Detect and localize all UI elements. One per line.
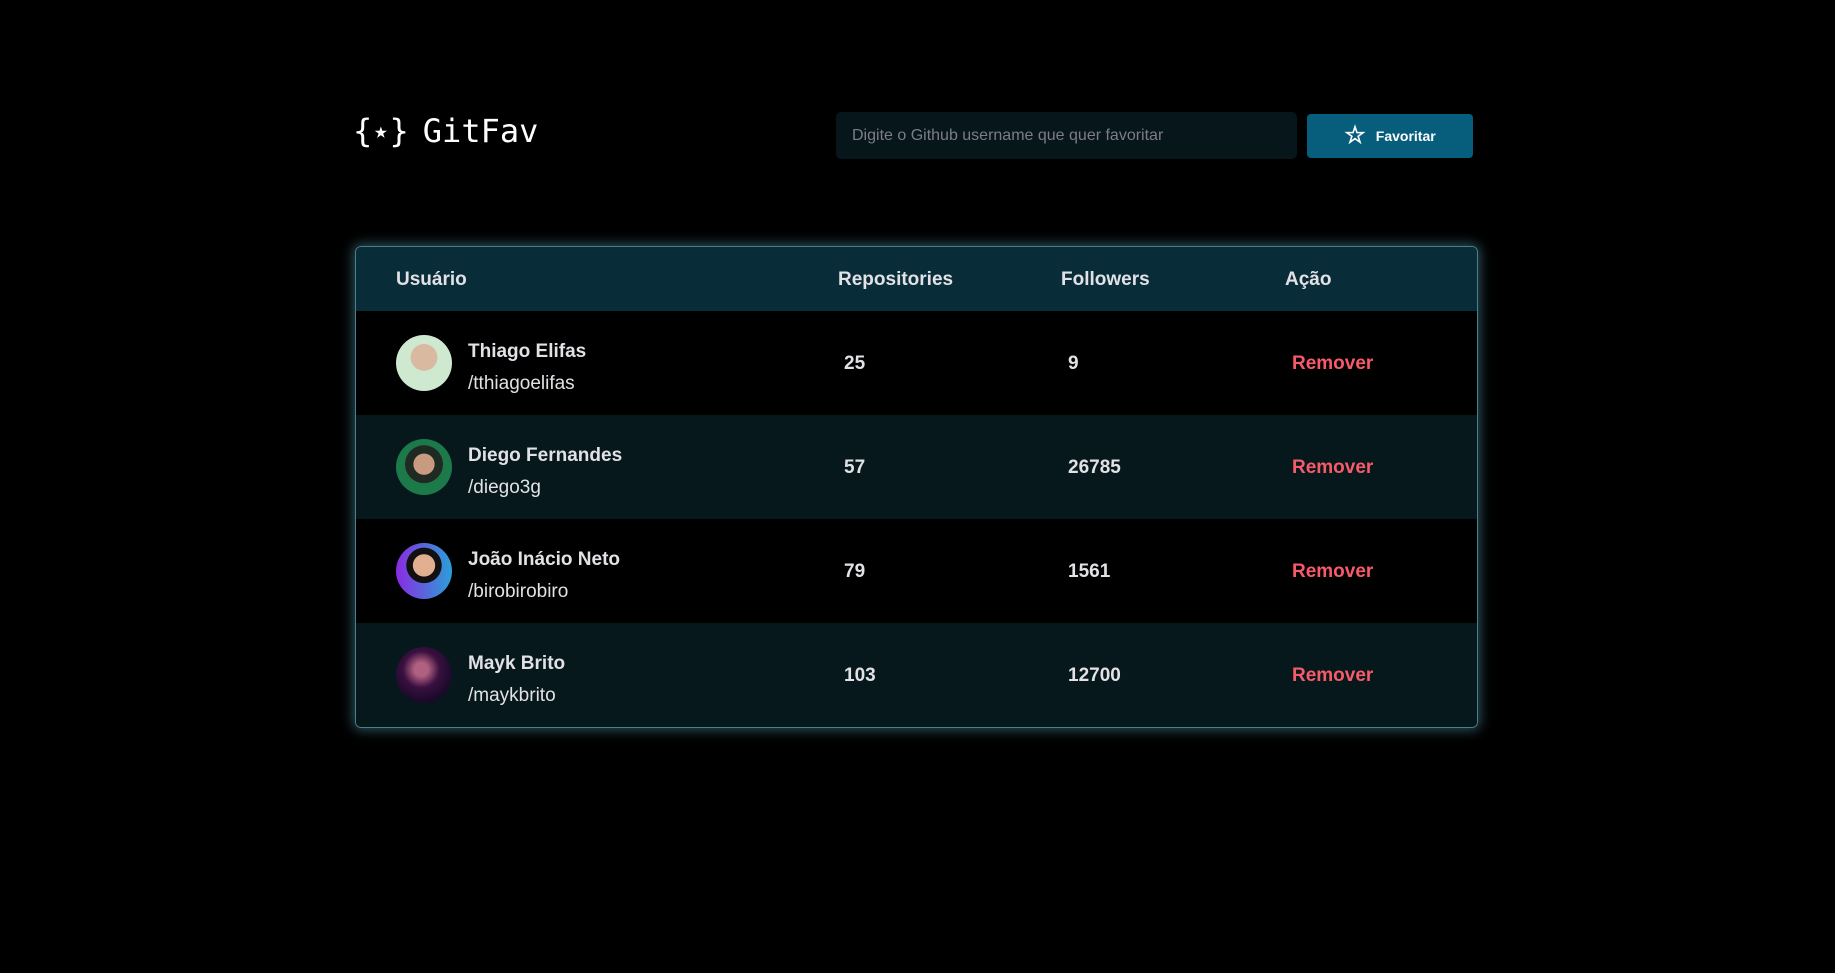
table-row: Thiago Elifas /tthiagoelifas 25 9 Remove…	[356, 311, 1477, 415]
remove-button[interactable]: Remover	[1292, 457, 1373, 479]
table-row: João Inácio Neto /birobirobiro 79 1561 R…	[356, 519, 1477, 623]
remove-button[interactable]: Remover	[1292, 561, 1373, 583]
user-name: João Inácio Neto	[468, 549, 621, 570]
avatar	[396, 439, 452, 495]
username-search-input[interactable]	[836, 112, 1297, 159]
avatar	[396, 335, 452, 391]
star-outline-icon: ☆	[1344, 122, 1366, 149]
user-name: Mayk Brito	[468, 653, 566, 674]
repositories-count: 79	[844, 561, 866, 582]
favorite-button-label: Favoritar	[1375, 128, 1436, 144]
repositories-count: 57	[844, 457, 866, 478]
avatar	[396, 647, 452, 703]
followers-count: 9	[1068, 353, 1079, 374]
favorites-table: Usuário Repositories Followers Ação Thia…	[355, 246, 1478, 728]
avatar	[396, 543, 452, 599]
user-name: Thiago Elifas	[468, 341, 587, 362]
followers-count: 1561	[1068, 561, 1111, 582]
remove-button[interactable]: Remover	[1292, 665, 1373, 687]
table-row: Mayk Brito /maykbrito 103 12700 Remover	[356, 623, 1477, 727]
header-action: Ação	[1285, 269, 1332, 290]
user-login: /maykbrito	[468, 685, 556, 706]
favorite-button[interactable]: ☆ Favoritar	[1307, 114, 1473, 158]
followers-count: 12700	[1068, 665, 1121, 686]
table-row: Diego Fernandes /diego3g 57 26785 Remove…	[356, 415, 1477, 519]
braces-star-icon: {★}	[353, 112, 409, 150]
user-login: /tthiagoelifas	[468, 373, 575, 394]
header-followers: Followers	[1061, 269, 1150, 290]
header-user: Usuário	[396, 269, 467, 290]
user-login: /birobirobiro	[468, 581, 569, 602]
followers-count: 26785	[1068, 457, 1121, 478]
remove-button[interactable]: Remover	[1292, 353, 1373, 375]
app-title: GitFav	[422, 112, 539, 150]
repositories-count: 25	[844, 353, 866, 374]
header-repositories: Repositories	[838, 269, 954, 290]
app-logo: {★} GitFav	[353, 112, 538, 150]
repositories-count: 103	[844, 665, 876, 686]
table-header: Usuário Repositories Followers Ação	[356, 247, 1477, 311]
user-login: /diego3g	[468, 477, 541, 498]
user-name: Diego Fernandes	[468, 445, 623, 466]
